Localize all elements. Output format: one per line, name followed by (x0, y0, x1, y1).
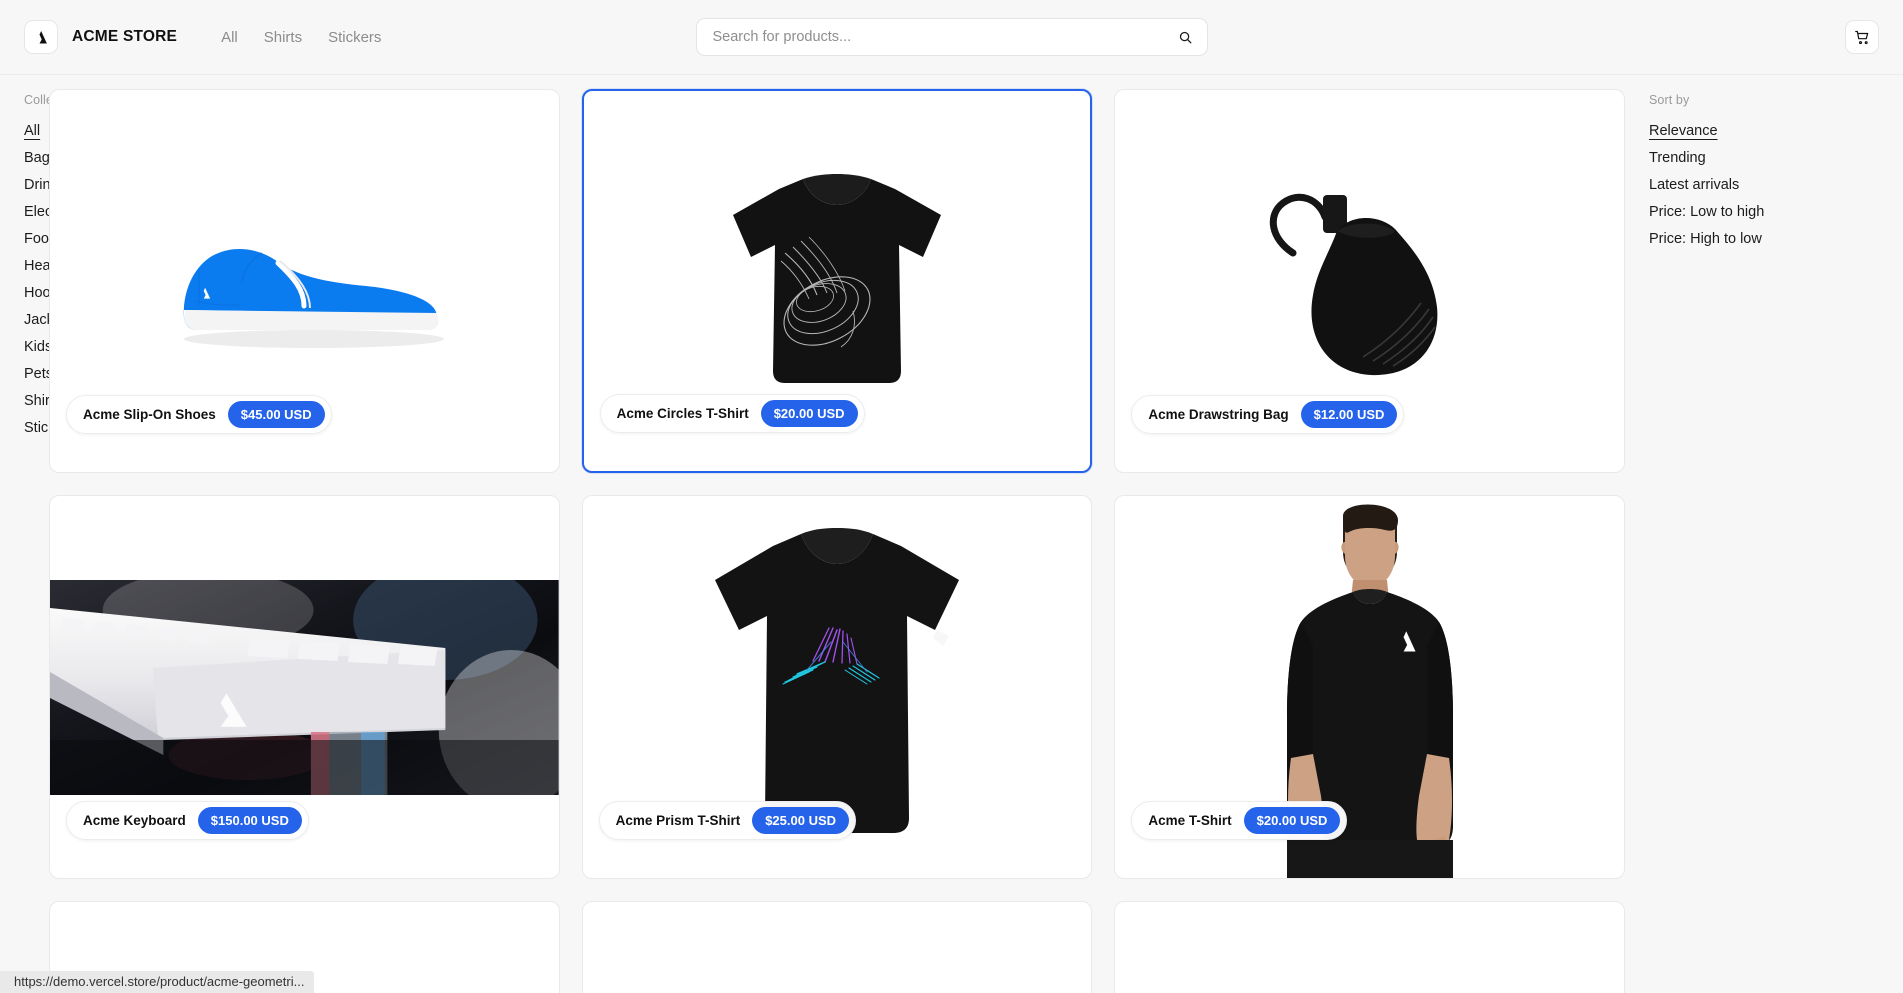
product-grid-area: Acme Slip-On Shoes $45.00 USD Acme Circl… (25, 89, 1649, 993)
product-card-circles-t-shirt[interactable]: Acme Circles T-Shirt $20.00 USD (581, 89, 1093, 473)
product-price: $20.00 USD (760, 400, 858, 427)
product-grid: Acme Slip-On Shoes $45.00 USD Acme Circl… (49, 89, 1625, 993)
product-image-gradient-ball (583, 902, 1092, 993)
search-container (695, 18, 1208, 56)
acme-triangle-logo-icon[interactable] (24, 20, 58, 54)
product-price: $20.00 USD (1243, 807, 1341, 834)
status-bar-url: https://demo.vercel.store/product/acme-g… (0, 971, 315, 993)
product-label: Acme Slip-On Shoes $45.00 USD (66, 395, 332, 434)
product-label: Acme T-Shirt $20.00 USD (1131, 801, 1348, 840)
sort-list: Relevance Trending Latest arrivals Price… (1649, 117, 1879, 252)
product-title: Acme Drawstring Bag (1148, 407, 1289, 422)
product-card-drawstring-bag[interactable]: Acme Drawstring Bag $12.00 USD (1114, 89, 1625, 473)
search-icon[interactable] (1177, 28, 1195, 46)
search-box[interactable] (695, 18, 1208, 56)
sort-sidebar: Sort by Relevance Trending Latest arriva… (1649, 89, 1879, 993)
product-title: Acme Prism T-Shirt (615, 813, 741, 828)
brand-group: ACME STORE All Shirts Stickers (24, 20, 381, 54)
sort-item-trending[interactable]: Trending (1649, 144, 1706, 171)
nav-link-shirts[interactable]: Shirts (264, 29, 302, 46)
shopping-cart-icon (1854, 30, 1868, 44)
product-card-slip-on-shoes[interactable]: Acme Slip-On Shoes $45.00 USD (49, 89, 560, 473)
brand-name: ACME STORE (72, 28, 178, 45)
product-price: $12.00 USD (1300, 401, 1398, 428)
product-card-row3-gradient-ball[interactable] (581, 901, 1093, 993)
product-price: $45.00 USD (227, 401, 325, 428)
primary-nav: All Shirts Stickers (221, 29, 381, 46)
product-label: Acme Drawstring Bag $12.00 USD (1131, 395, 1405, 434)
product-card-prism-t-shirt[interactable]: Acme Prism T-Shirt $25.00 USD (581, 495, 1093, 879)
product-card-t-shirt[interactable]: Acme T-Shirt $20.00 USD (1114, 495, 1625, 879)
product-image-black-cap (1115, 902, 1624, 993)
product-label: Acme Prism T-Shirt $25.00 USD (598, 801, 857, 840)
nav-link-all[interactable]: All (221, 29, 238, 46)
product-card-row3-black-cap[interactable] (1114, 901, 1625, 993)
sort-item-price-low-high[interactable]: Price: Low to high (1649, 198, 1764, 225)
product-title: Acme Keyboard (83, 813, 186, 828)
product-price: $150.00 USD (197, 807, 302, 834)
product-label: Acme Keyboard $150.00 USD (66, 801, 309, 840)
sort-item-relevance[interactable]: Relevance (1649, 117, 1718, 144)
product-title: Acme T-Shirt (1148, 813, 1232, 828)
nav-link-stickers[interactable]: Stickers (328, 29, 381, 46)
main-content: Collections All Bags Drinkware Electroni… (0, 75, 1903, 993)
left-column: Collections All Bags Drinkware Electroni… (0, 89, 95, 993)
product-label: Acme Circles T-Shirt $20.00 USD (599, 394, 865, 433)
product-title: Acme Circles T-Shirt (616, 406, 749, 421)
sort-heading: Sort by (1649, 93, 1690, 107)
product-card-keyboard[interactable]: Acme Keyboard $150.00 USD (49, 495, 560, 879)
site-header: ACME STORE All Shirts Stickers (0, 0, 1903, 75)
product-price: $25.00 USD (752, 807, 850, 834)
sort-item-price-high-low[interactable]: Price: High to low (1649, 225, 1762, 252)
cart-button[interactable] (1845, 20, 1879, 54)
search-input[interactable] (712, 19, 1169, 55)
product-title: Acme Slip-On Shoes (83, 407, 216, 422)
sort-item-latest-arrivals[interactable]: Latest arrivals (1649, 171, 1739, 198)
